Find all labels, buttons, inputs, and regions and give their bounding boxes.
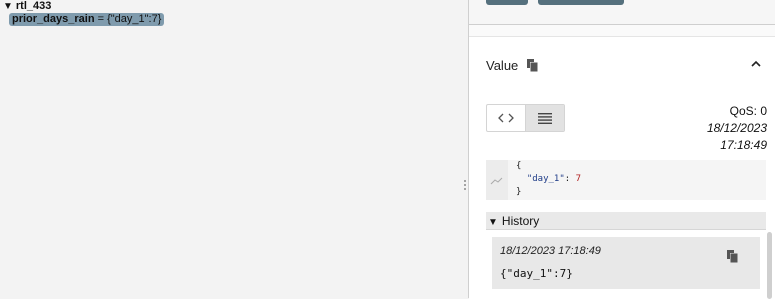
history-item[interactable]: 18/12/2023 17:18:49 {"day_1":7} (492, 237, 760, 289)
toolbar-button-left[interactable] (486, 0, 528, 5)
panel-splitter[interactable] (461, 0, 469, 298)
value-title: Value (486, 58, 519, 73)
triangle-down-icon: ▼ (488, 217, 498, 228)
message-time: 17:18:49 (720, 138, 767, 152)
list-icon (538, 112, 552, 124)
qos-label: QoS: 0 (729, 104, 767, 118)
message-meta: QoS: 0 18/12/2023 17:18:49 (707, 103, 767, 154)
toolbar-area (469, 0, 775, 25)
chevron-up-icon[interactable] (750, 59, 762, 69)
raw-view-button[interactable] (525, 105, 564, 131)
drag-handle-icon[interactable] (464, 180, 466, 190)
value-code-view: { "day_1": 7 } (486, 160, 766, 200)
detail-panel: Value QoS: 0 18/12/2023 17:18:49 {"day_… (469, 0, 775, 299)
json-close-brace: } (516, 187, 522, 197)
chart-icon[interactable] (486, 160, 508, 200)
toolbar-button-right[interactable] (538, 0, 624, 5)
tree-node-label: rtl_433 (15, 0, 52, 12)
tree-node-rtl433[interactable]: ▼ rtl_433 (3, 0, 51, 12)
view-toggle (486, 104, 565, 132)
code-icon (498, 113, 514, 123)
topic-key: prior_days_rain (12, 13, 95, 25)
code-gutter (486, 160, 508, 200)
code-view-button[interactable] (487, 105, 525, 131)
json-number: 7 (575, 174, 582, 184)
topic-prior-days-rain[interactable]: prior_days_rain = {"day_1":7} (9, 13, 165, 26)
history-toggle[interactable]: ▼ History (486, 212, 766, 230)
json-open-brace: { (516, 161, 522, 171)
topic-separator: = (94, 13, 108, 25)
history-timestamp: 18/12/2023 17:18:49 (500, 245, 601, 257)
topic-tree: ▼ rtl_433 prior_days_rain = {"day_1":7} (0, 0, 461, 298)
value-json: { "day_1": 7 } (516, 160, 581, 199)
json-key: "day_1" (526, 174, 565, 184)
topic-value: {"day_1":7} (107, 13, 162, 25)
message-date: 18/12/2023 (706, 121, 767, 135)
value-card: Value QoS: 0 18/12/2023 17:18:49 {"day_… (469, 36, 775, 299)
history-scrollbar[interactable] (767, 232, 772, 299)
triangle-down-icon[interactable]: ▼ (3, 1, 13, 12)
copy-icon[interactable] (727, 250, 738, 263)
json-colon: : (564, 174, 576, 184)
history-title: History (501, 214, 540, 228)
history-value: {"day_1":7} (500, 267, 573, 280)
copy-icon[interactable] (527, 59, 538, 72)
